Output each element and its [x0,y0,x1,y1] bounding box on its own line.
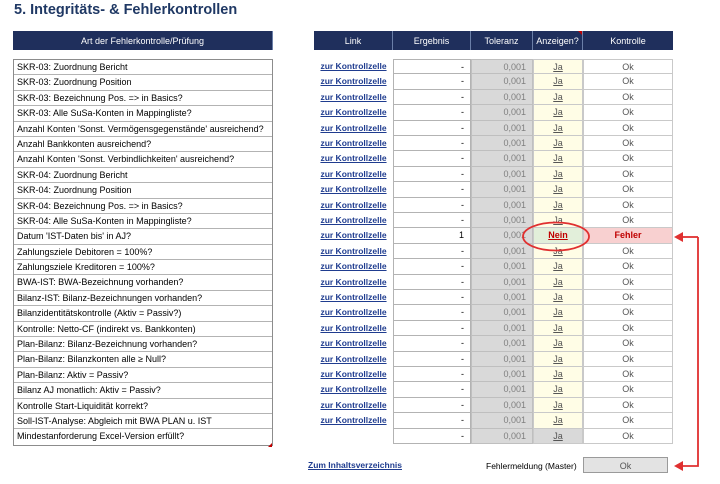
annotation-overlay [522,221,699,471]
highlight-circle [522,221,590,252]
connector-arrow-line [682,237,699,467]
arrow-head-icon [674,232,683,242]
arrow-head-icon [674,461,683,471]
